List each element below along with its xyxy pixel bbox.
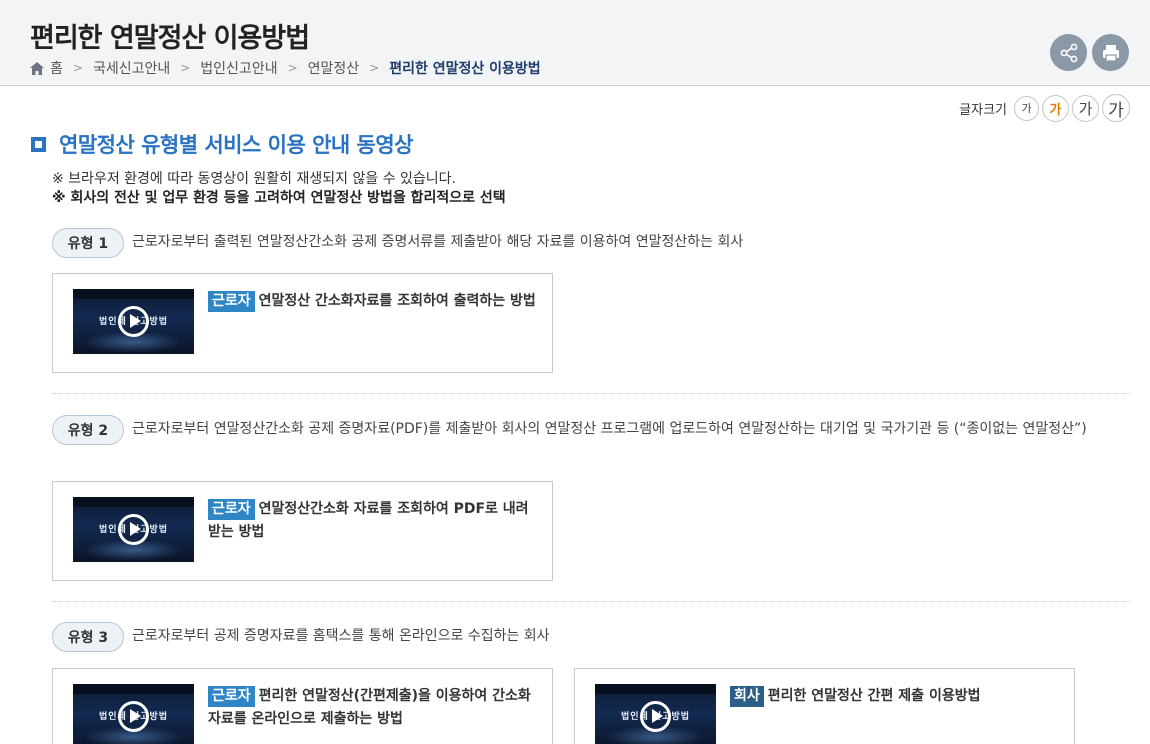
breadcrumb-item-year-end[interactable]: 연말정산: [308, 58, 360, 78]
worker-tag: 근로자: [208, 291, 255, 312]
share-icon: [1060, 43, 1077, 62]
video-card-text: 근로자 편리한 연말정산(간편제출)을 이용하여 간소화자료를 온라인으로 제출하…: [208, 685, 538, 731]
type-badge: 유형 2: [52, 415, 124, 445]
page-title: 편리한 연말정산 이용방법: [30, 23, 310, 54]
breadcrumb-item-tax-guide[interactable]: 국세신고안내: [93, 58, 170, 78]
breadcrumb-home[interactable]: 홈: [30, 58, 63, 78]
chevron-right-icon: >: [287, 61, 298, 75]
type-3-row: 유형 3 근로자로부터 공제 증명자료를 홈택스를 통해 온라인으로 수집하는 …: [52, 622, 550, 652]
video-thumbnail: 법인세 신고방법: [73, 684, 194, 744]
type-1-row: 유형 1 근로자로부터 출력된 연말정산간소화 공제 증명서류를 제출받아 해당…: [52, 228, 743, 258]
video-thumbnail: 법인세 신고방법: [73, 497, 194, 562]
type-description: 근로자로부터 공제 증명자료를 홈택스를 통해 온라인으로 수집하는 회사: [132, 628, 550, 644]
type-description: 근로자로부터 출력된 연말정산간소화 공제 증명서류를 제출받아 해당 자료를 …: [132, 234, 744, 250]
play-icon: [118, 306, 149, 337]
home-icon: [30, 61, 44, 75]
page-header: 편리한 연말정산 이용방법 홈 > 국세신고안내 > 법인신고안내 > 연말정산…: [0, 0, 1150, 86]
browser-note: ※ 브라우저 환경에 따라 동영상이 원활히 재생되지 않을 수 있습니다.: [52, 171, 456, 187]
video-card-type2-worker[interactable]: 법인세 신고방법 근로자 연말정산간소화 자료를 조회하여 PDF로 내려받는 방…: [52, 481, 553, 581]
print-icon: [1102, 44, 1119, 62]
section-divider: [52, 601, 1130, 602]
share-button[interactable]: [1050, 34, 1087, 71]
type-badge: 유형 3: [52, 622, 124, 652]
worker-tag: 근로자: [208, 686, 255, 707]
video-title: 연말정산 간소화자료를 조회하여 출력하는 방법: [258, 293, 536, 309]
video-title: 연말정산간소화 자료를 조회하여 PDF로 내려받는 방법: [208, 501, 529, 540]
breadcrumb-item-current: 편리한 연말정산 이용방법: [389, 61, 541, 77]
print-button[interactable]: [1092, 34, 1129, 71]
play-icon: [118, 514, 149, 545]
video-card-type1-worker[interactable]: 법인세 신고방법 근로자 연말정산 간소화자료를 조회하여 출력하는 방법: [52, 273, 553, 373]
worker-tag: 근로자: [208, 499, 255, 520]
section-divider: [52, 393, 1130, 394]
type-description: 근로자로부터 연말정산간소화 공제 증명자료(PDF)를 제출받아 회사의 연말…: [132, 421, 1087, 437]
video-title: 편리한 연말정산 간편 제출 이용방법: [767, 688, 981, 704]
breadcrumb-item-corporate-guide[interactable]: 법인신고안내: [200, 58, 277, 78]
font-size-label: 글자크기: [959, 102, 1007, 118]
play-icon: [118, 701, 149, 732]
type-2-row: 유형 2 근로자로부터 연말정산간소화 공제 증명자료(PDF)를 제출받아 회…: [52, 415, 1112, 445]
company-tag: 회사: [730, 686, 764, 707]
video-thumbnail: 법인세 신고방법: [73, 289, 194, 354]
font-size-default-button[interactable]: 가: [1042, 94, 1069, 122]
video-card-type3-company[interactable]: 법인세 신고방법 회사 편리한 연말정산 간편 제출 이용방법: [574, 668, 1075, 744]
chevron-right-icon: >: [180, 61, 191, 75]
play-icon: [640, 701, 671, 732]
video-card-text: 근로자 연말정산 간소화자료를 조회하여 출력하는 방법: [208, 290, 538, 313]
font-size-smaller-button[interactable]: 가: [1014, 95, 1039, 121]
breadcrumb-home-label: 홈: [50, 61, 63, 77]
square-bullet-icon: [31, 136, 46, 152]
video-thumbnail: 법인세 신고방법: [595, 684, 716, 744]
font-size-largest-button[interactable]: 가: [1102, 94, 1130, 122]
video-title: 편리한 연말정산(간편제출)을 이용하여 간소화자료를 온라인으로 제출하는 방…: [208, 688, 531, 727]
font-size-larger-button[interactable]: 가: [1072, 94, 1099, 122]
selection-note: ※ 회사의 전산 및 업무 환경 등을 고려하여 연말정산 방법을 합리적으로 …: [52, 190, 506, 206]
video-card-text: 회사 편리한 연말정산 간편 제출 이용방법: [730, 685, 1060, 708]
type-badge: 유형 1: [52, 228, 124, 258]
video-card-type3-worker[interactable]: 법인세 신고방법 근로자 편리한 연말정산(간편제출)을 이용하여 간소화자료를 …: [52, 668, 553, 744]
video-card-text: 근로자 연말정산간소화 자료를 조회하여 PDF로 내려받는 방법: [208, 498, 538, 544]
section-title-text: 연말정산 유형별 서비스 이용 안내 동영상: [59, 133, 414, 157]
chevron-right-icon: >: [369, 61, 380, 75]
breadcrumb: 홈 > 국세신고안내 > 법인신고안내 > 연말정산 > 편리한 연말정산 이용…: [30, 58, 541, 78]
font-size-control: 글자크기 가 가 가 가: [959, 94, 1130, 122]
chevron-right-icon: >: [72, 61, 83, 75]
section-title: 연말정산 유형별 서비스 이용 안내 동영상: [31, 129, 414, 159]
